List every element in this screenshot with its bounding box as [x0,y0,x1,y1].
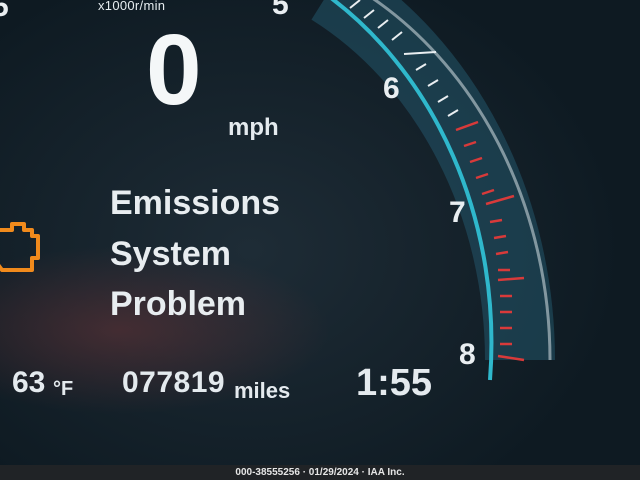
gauge-number-5: 5 [272,0,289,21]
instrument-cluster: x1000r/min 5 5 6 7 8 0 mph Emissions Sys… [0,0,640,480]
tachometer-dial [311,0,555,381]
watermark-caption: 000-38555256 · 01/29/2024 · IAA Inc. [0,465,640,480]
odometer-value: 077819 [122,366,226,399]
rpm-unit-label: x1000r/min [98,0,166,13]
gauge-number-7: 7 [449,196,466,229]
gauge-number-8: 8 [459,338,476,371]
speed-value: 0 [146,14,202,126]
gauge-number-6: 6 [383,72,400,105]
clock: 1:55 [356,362,433,404]
speed-unit: mph [228,114,279,141]
warning-line-3: Problem [110,285,247,323]
warning-line-2: System [110,235,231,273]
temperature-unit: °F [53,378,74,400]
odometer-unit: miles [234,378,291,403]
outside-temperature: 63 [12,366,46,399]
check-engine-icon [0,222,40,272]
gauge-edge-number: 5 [0,0,9,23]
warning-line-1: Emissions [110,184,281,222]
